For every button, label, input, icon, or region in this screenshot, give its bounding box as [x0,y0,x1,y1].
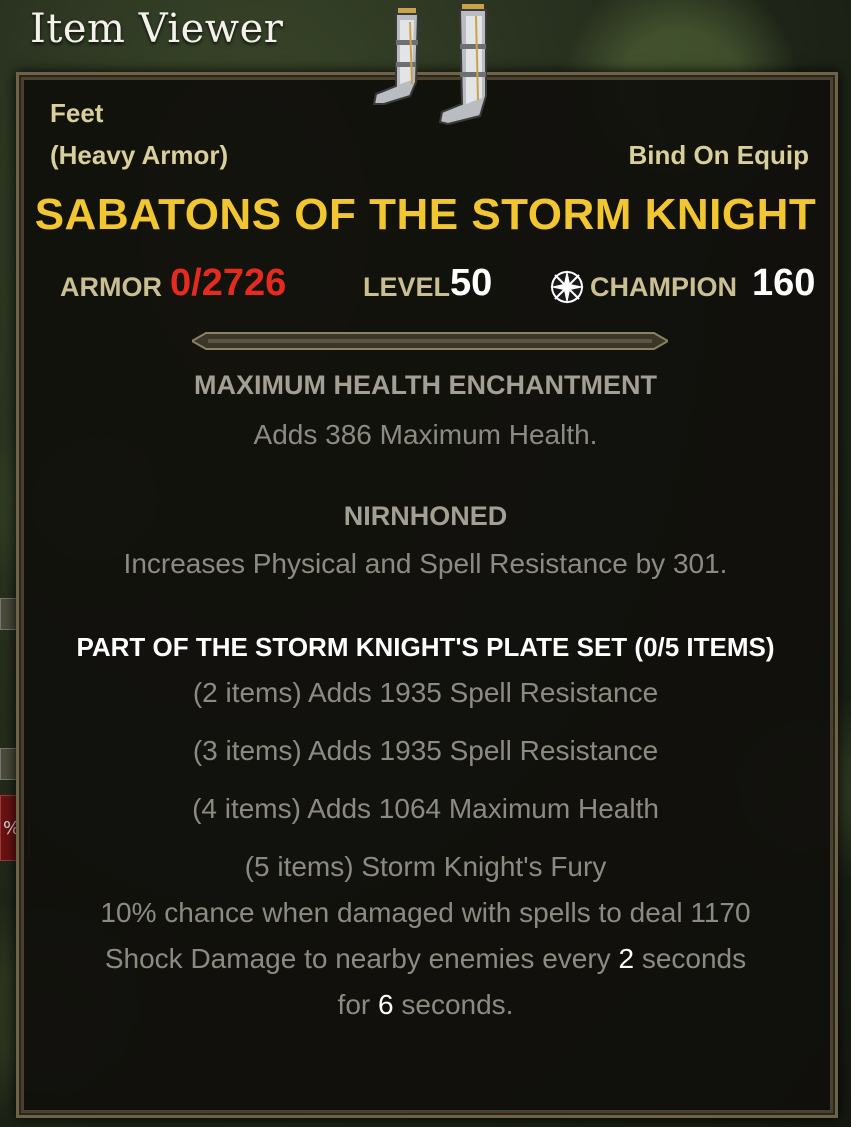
item-bind-type: Bind On Equip [628,140,809,170]
item-slot: Feet [50,98,104,128]
set-bonus-5: (5 items) Storm Knight's Fury [244,851,607,882]
champion-label: CHAMPION [590,272,737,302]
set-bonus-5-desc-line1: 10% chance when damaged with spells to d… [100,897,751,928]
desc-text: Shock Damage to nearby enemies every [104,943,619,974]
trait-title: NIRNHONED [343,501,508,531]
item-name: SABATONS OF THE STORM KNIGHT [34,190,817,239]
level-value: 50 [450,262,493,304]
item-armor-type: (Heavy Armor) [50,140,229,170]
set-title: PART OF THE STORM KNIGHT'S PLATE SET (0/… [76,632,775,662]
armor-label: ARMOR [60,272,162,302]
desc-text: seconds. [393,989,514,1020]
enchantment-title: MAXIMUM HEALTH ENCHANTMENT [194,370,657,400]
set-bonus-3: (3 items) Adds 1935 Spell Resistance [192,735,659,766]
trait-text: Increases Physical and Spell Resistance … [123,548,728,579]
section-divider [192,332,668,350]
interval-value: 2 [618,943,635,974]
duration-value: 6 [378,989,394,1020]
level-label: LEVEL [363,272,451,302]
armor-value: 0/2726 [170,262,287,304]
set-bonus-5-desc-line2: Shock Damage to nearby enemies every 2 s… [0,943,851,975]
set-bonus-4: (4 items) Adds 1064 Maximum Health [192,793,659,824]
champion-point-icon [550,270,584,304]
window-title: Item Viewer [30,6,284,52]
desc-text: seconds [634,943,747,974]
sabatons-icon [372,4,487,126]
enchantment-text: Adds 386 Maximum Health. [253,419,598,450]
desc-text: for [337,989,379,1020]
set-bonus-2: (2 items) Adds 1935 Spell Resistance [192,677,659,708]
set-bonus-5-desc-line3: for 6 seconds. [0,989,851,1021]
champion-value: 160 [752,262,816,304]
